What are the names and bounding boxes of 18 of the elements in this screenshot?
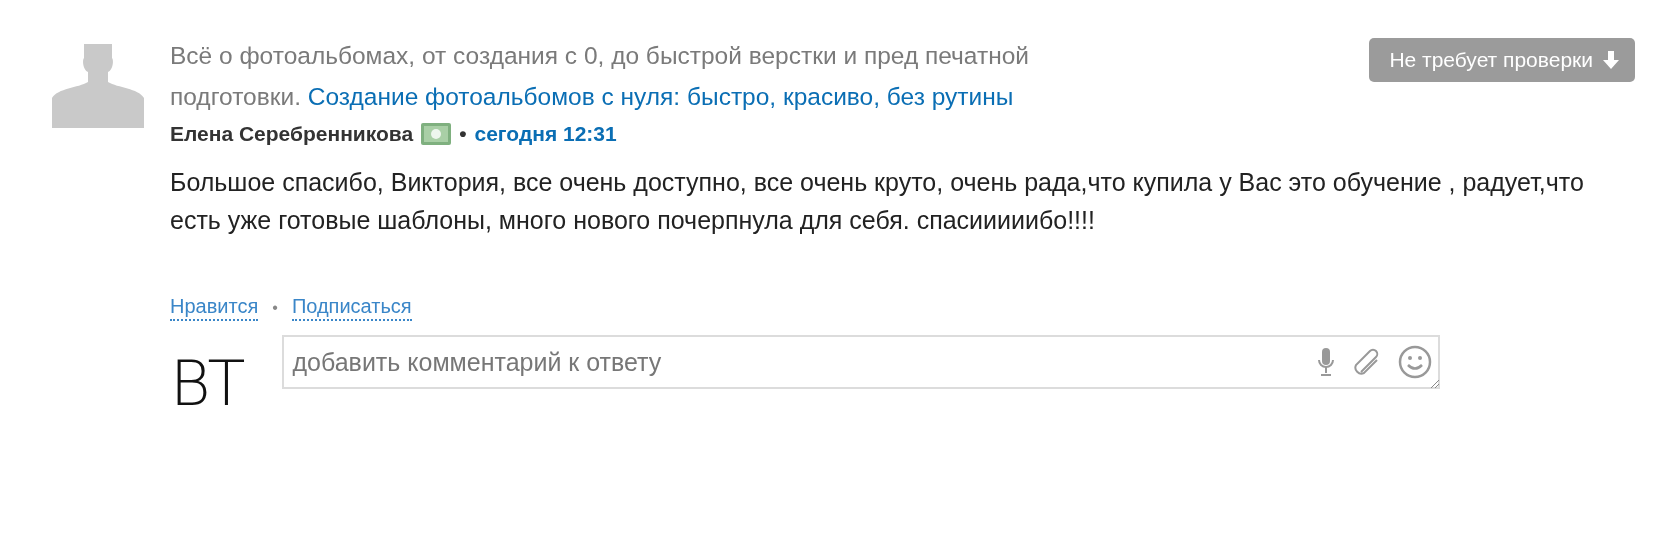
user-logo: BT [170,353,244,415]
separator-dot: • [272,299,278,317]
author-name[interactable]: Елена Серебренникова [170,122,414,146]
resize-grip-icon[interactable] [1429,378,1439,388]
smiley-icon[interactable] [1398,345,1432,379]
comment-field[interactable]: добавить комментарий к ответу [282,335,1440,389]
down-arrow-icon [1603,51,1619,69]
answer-text: Большое спасибо, Виктория, все очень доступно, все очень круто, очень рада,что купила у Вас это обучение , радует,что есть уже готовые шаблоны, много нового почерпнула для себя. спасииииибо!!!! [170,167,1585,236]
banknote-icon [421,123,452,145]
course-link[interactable]: Создание фотоальбомов с нуля: быстро, красиво, без рутины [307,83,1014,110]
action-link[interactable]: Подписаться [291,295,412,321]
microphone-icon[interactable] [1318,348,1334,376]
post-time[interactable]: сегодня 12:31 [474,122,617,146]
status-button[interactable]: Не требует проверки [1369,38,1635,82]
paperclip-icon[interactable] [1352,348,1380,376]
separator-dot: • [459,122,467,146]
question-text: Всё о фотоальбомах, от создания с 0, до быстрой верстки и пред печатной подготовки. Создание фотоальбомов с нуля: быстро, красиво, без рутины [170,41,1030,112]
action-link[interactable]: Нравится [170,295,259,321]
